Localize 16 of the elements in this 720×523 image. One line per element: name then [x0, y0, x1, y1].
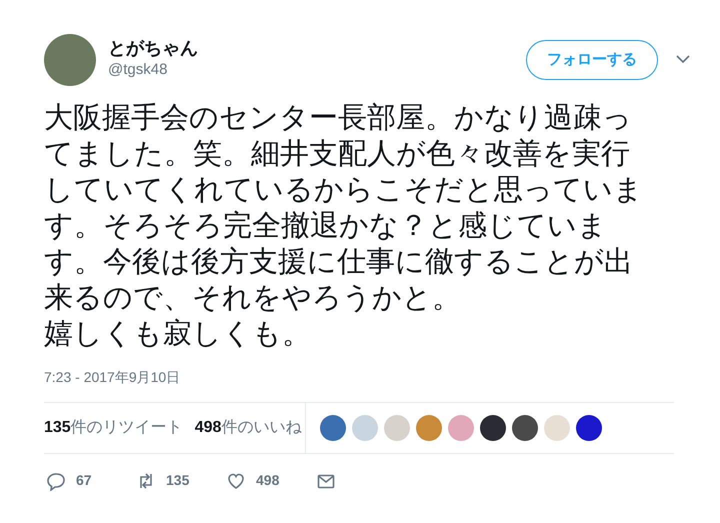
reply-icon[interactable]: [46, 470, 66, 490]
heart-icon[interactable]: [226, 470, 246, 490]
stat-count-link[interactable]: 498件のいいね: [194, 416, 302, 440]
avatar-photo[interactable]: [480, 415, 506, 441]
like-count: 498: [256, 471, 280, 490]
stat-count-link[interactable]: 135件のリツイート: [44, 416, 183, 440]
tweet-text: 嬉しくも寂しくも。: [44, 317, 312, 352]
timestamp[interactable]: 7:23 - 2017年9月10日: [44, 369, 180, 385]
author-name[interactable]: とがちゃん: [108, 36, 198, 60]
avatar[interactable]: [576, 415, 602, 441]
reply-count: 67: [76, 471, 92, 490]
chevron-down-icon[interactable]: [676, 55, 690, 63]
avatar-photo[interactable]: [512, 415, 538, 441]
author-handle[interactable]: @tgsk48: [108, 60, 198, 80]
retweet-count: 135: [166, 471, 190, 490]
tweet-text: 大阪握手会のセンター長部屋。かなり過疎ってました。笑。細井支配人が色々改善を実行していてくれているからこそだと思っています。そろそろ完全撤退かな？と感じています。今後は後方支援に仕事に徹することが出来るので、それをやろうかと。: [44, 101, 644, 316]
